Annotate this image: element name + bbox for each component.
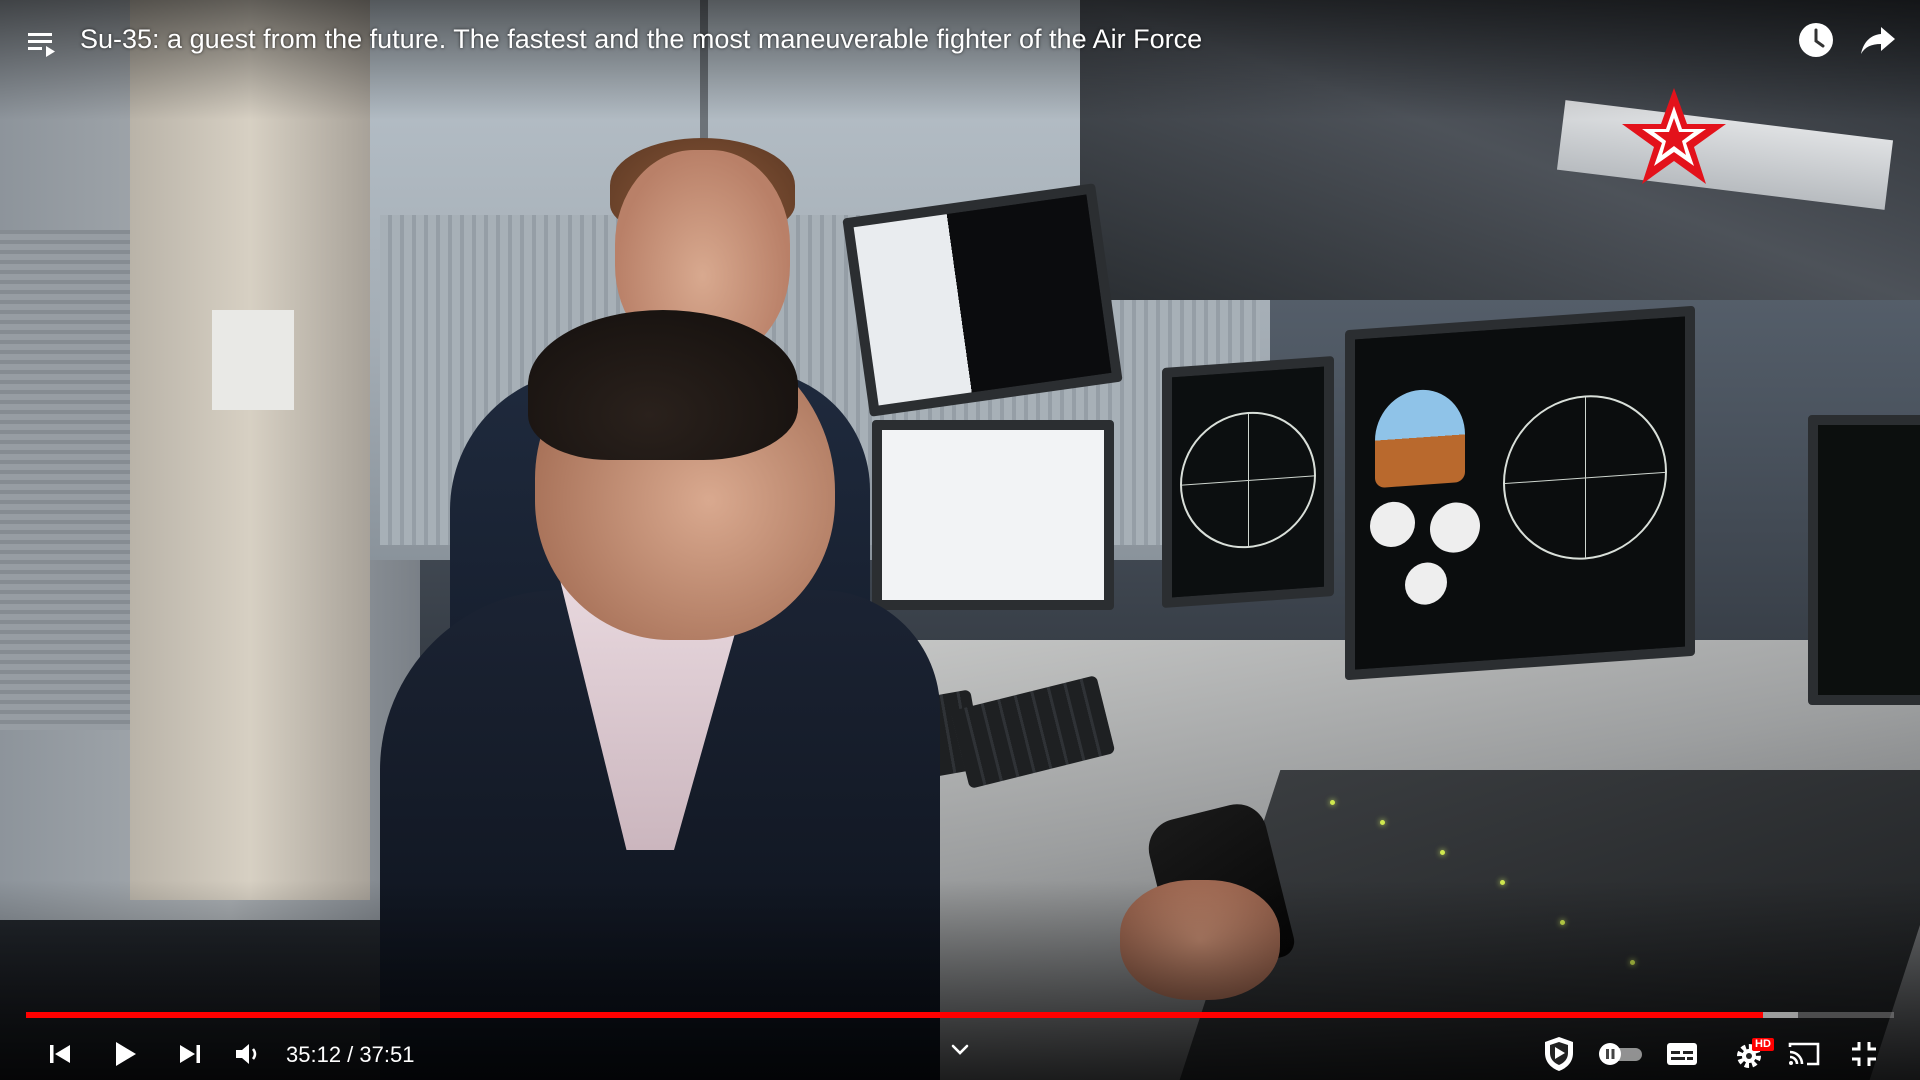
player-controls: 35:12 / 37:51 HD (0, 1022, 1920, 1080)
previous-icon (50, 1045, 70, 1063)
exit-fullscreen-button[interactable] (1842, 1032, 1886, 1076)
shield-icon (1545, 1037, 1573, 1071)
previous-button[interactable] (38, 1032, 82, 1076)
autoplay-toggle-icon (1599, 1043, 1642, 1065)
time-separator: / (341, 1042, 360, 1067)
volume-button[interactable] (226, 1032, 270, 1076)
cast-button[interactable] (1782, 1032, 1826, 1076)
duration: 37:51 (359, 1042, 415, 1067)
watch-later-button[interactable] (1794, 18, 1838, 62)
playlist-icon (28, 33, 55, 57)
play-icon (116, 1042, 136, 1066)
progress-played (26, 1012, 1764, 1018)
cast-icon (1788, 1042, 1820, 1066)
chevron-down-icon (951, 1044, 969, 1055)
next-button[interactable] (168, 1032, 212, 1076)
channel-logo (1622, 88, 1726, 184)
play-button[interactable] (103, 1032, 147, 1076)
time-display: 35:12 / 37:51 (286, 1042, 414, 1068)
player-top-bar: Su-35: a guest from the future. The fast… (0, 0, 1920, 80)
progress-bar[interactable] (26, 1012, 1894, 1018)
next-icon (180, 1045, 200, 1063)
exit-fullscreen-icon (1852, 1042, 1876, 1066)
more-videos-button[interactable] (940, 1030, 980, 1070)
settings-button[interactable]: HD (1724, 1032, 1778, 1076)
clock-icon (1799, 23, 1833, 57)
share-icon (1861, 27, 1895, 54)
captions-icon (1667, 1043, 1697, 1065)
autoplay-toggle[interactable] (1593, 1032, 1649, 1076)
volume-icon (236, 1044, 257, 1064)
playlist-button[interactable] (26, 28, 60, 58)
captions-button[interactable] (1660, 1032, 1704, 1076)
video-title[interactable]: Su-35: a guest from the future. The fast… (80, 22, 1202, 56)
share-button[interactable] (1856, 18, 1900, 62)
shield-button[interactable] (1537, 1032, 1581, 1076)
hd-badge: HD (1752, 1038, 1774, 1051)
current-time: 35:12 (286, 1042, 342, 1067)
